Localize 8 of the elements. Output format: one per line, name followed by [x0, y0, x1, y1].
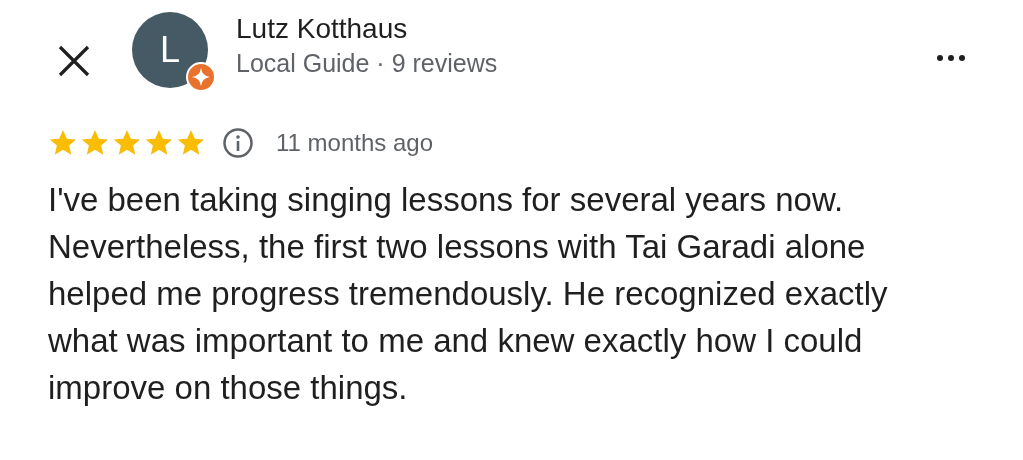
review-text: I've been taking singing lessons for several years now. Nevertheless, the first two lessons with Tai Garadi alone helped me progress tremendously. He recognized exactly what was important to me and knew exactly how I could improve on those things.: [48, 180, 889, 408]
avatar-letter: L: [160, 32, 180, 68]
reviewer-info: Local Guide · 9 reviews: [236, 48, 498, 79]
reviewer-name[interactable]: Lutz Kotthaus: [236, 12, 498, 46]
review-time: 11 months ago: [276, 128, 433, 158]
close-icon: [57, 44, 91, 78]
more-icon: [937, 55, 965, 61]
info-icon: [222, 127, 254, 159]
